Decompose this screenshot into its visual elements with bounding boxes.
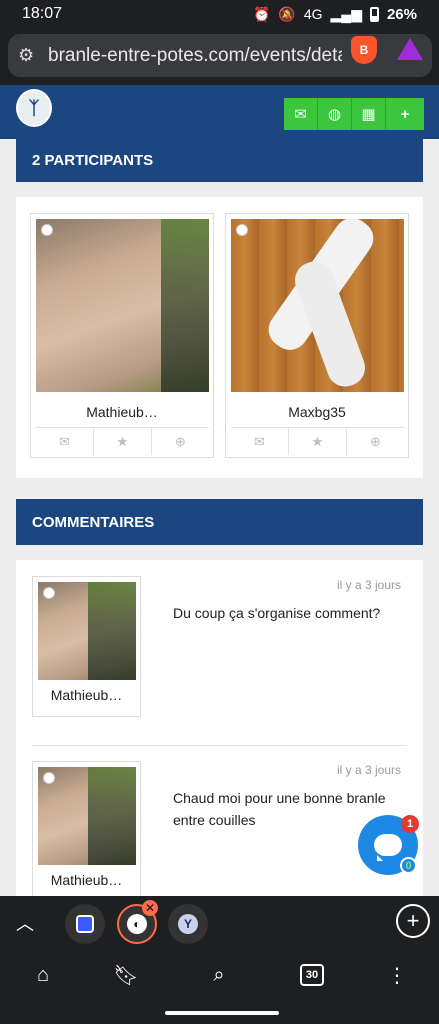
chat-online-count: 0: [400, 857, 417, 874]
status-dot-icon: [43, 587, 55, 599]
message-icon[interactable]: ✉: [36, 428, 94, 455]
comment-author[interactable]: Mathieub…: [33, 687, 140, 703]
participant-card[interactable]: Mathieub… ✉ ★ ⊕: [30, 213, 214, 458]
status-dot-icon: [41, 224, 53, 236]
search-icon[interactable]: ⌕: [206, 962, 232, 988]
globe-button[interactable]: ◍: [318, 98, 352, 130]
add-button[interactable]: +: [386, 98, 424, 130]
status-dot-icon: [236, 224, 248, 236]
header-actions: ✉ ◍ ▦ +: [284, 98, 424, 130]
participants-panel: Mathieub… ✉ ★ ⊕ Maxbg35 ✉ ★ ⊕: [16, 197, 423, 478]
gesture-bar[interactable]: [165, 1011, 279, 1015]
status-dot-icon: [43, 772, 55, 784]
messages-button[interactable]: ✉: [284, 98, 318, 130]
status-indicators: ⏰ 🔕 4G ▂▄▆ 26%: [253, 6, 417, 23]
tab-3-icon: Y: [178, 914, 198, 934]
mute-icon: 🔕: [278, 5, 296, 22]
grid-button[interactable]: ▦: [352, 98, 386, 130]
participant-card[interactable]: Maxbg35 ✉ ★ ⊕: [225, 213, 409, 458]
comment-author[interactable]: Mathieub…: [33, 872, 140, 888]
participant-actions: ✉ ★ ⊕: [231, 427, 404, 455]
participant-name[interactable]: Mathieub…: [31, 404, 213, 420]
tab-2-icon: ◐: [127, 914, 147, 934]
participants-header: 2 PARTICIPANTS: [16, 139, 423, 182]
battery-level: 26%: [386, 5, 417, 23]
expand-tabs-icon[interactable]: ︿: [16, 910, 34, 936]
participant-photo[interactable]: [36, 219, 209, 392]
tab-1-icon: [76, 915, 94, 933]
add-friend-icon[interactable]: ⊕: [347, 428, 404, 455]
chat-bubble-icon: [374, 834, 402, 861]
site-settings-icon[interactable]: ⚙: [18, 45, 38, 66]
home-icon[interactable]: ⌂: [30, 962, 56, 988]
network-label: 4G: [303, 6, 323, 22]
tab-count-button[interactable]: 30: [300, 964, 324, 986]
comment-author-card[interactable]: Mathieub…: [32, 576, 141, 717]
comment-time: il y a 3 jours: [336, 763, 401, 777]
participants-title: 2 PARTICIPANTS: [32, 152, 154, 169]
add-friend-icon[interactable]: ⊕: [152, 428, 209, 455]
tab-group-1[interactable]: [65, 904, 105, 944]
comment-text: Du coup ça s'organise comment?: [173, 605, 381, 621]
participant-photo[interactable]: [231, 219, 404, 392]
site-logo[interactable]: ᛉ: [16, 89, 52, 127]
envelope-icon: ✉: [294, 106, 307, 123]
star-icon[interactable]: ★: [289, 428, 347, 455]
battery-icon: [369, 6, 379, 22]
browser-toolbar: ⚙ branle-entre-potes.com/events/details …: [0, 28, 439, 85]
globe-icon: ◍: [327, 106, 342, 123]
comment-time: il y a 3 jours: [336, 578, 401, 592]
tab-strip: ︿ ◐ ✕ Y +: [0, 896, 439, 948]
plus-icon: +: [400, 105, 410, 123]
status-bar: 18:07 ⏰ 🔕 4G ▂▄▆ 26%: [0, 0, 439, 28]
chat-notification-badge: 1: [401, 815, 419, 833]
bookmark-icon[interactable]: 🔖︎: [113, 962, 139, 988]
comments-title: COMMENTAIRES: [32, 513, 155, 531]
comment-item: Mathieub… il y a 3 jours Chaud moi pour …: [32, 745, 407, 900]
signal-icon: ▂▄▆: [330, 5, 362, 22]
close-tab-icon[interactable]: ✕: [142, 900, 158, 916]
comments-header: COMMENTAIRES: [16, 499, 423, 545]
status-time: 18:07: [22, 5, 63, 22]
grid-icon: ▦: [361, 106, 376, 123]
alarm-icon: ⏰: [252, 5, 271, 22]
tab-group-3[interactable]: Y: [168, 904, 208, 944]
url-text[interactable]: branle-entre-potes.com/events/details: [48, 45, 342, 67]
more-menu-icon[interactable]: ⋮: [384, 962, 410, 988]
browser-bottom-nav: ⌂ 🔖︎ ⌕ 30 ⋮: [0, 948, 439, 1024]
participant-name[interactable]: Maxbg35: [226, 404, 408, 420]
new-tab-button[interactable]: +: [396, 904, 430, 938]
message-icon[interactable]: ✉: [231, 428, 289, 455]
star-icon[interactable]: ★: [94, 428, 152, 455]
comment-author-card[interactable]: Mathieub…: [32, 761, 141, 900]
participant-actions: ✉ ★ ⊕: [36, 427, 209, 455]
brave-rewards-icon[interactable]: [397, 38, 423, 60]
comment-item: Mathieub… il y a 3 jours Du coup ça s'or…: [16, 560, 423, 720]
site-header: ᛉ ✉ ◍ ▦ +: [0, 85, 439, 139]
brave-shields-icon[interactable]: B: [351, 36, 377, 64]
